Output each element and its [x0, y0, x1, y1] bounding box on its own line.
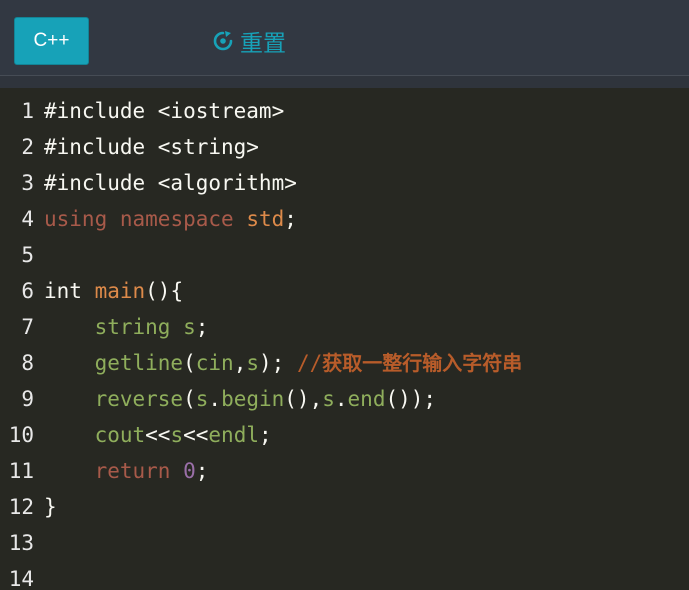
code-line[interactable]: 6 int main(){ [0, 273, 689, 309]
line-code: reverse(s.begin(),s.end()); [44, 381, 436, 417]
line-code: #include <string> [44, 129, 259, 165]
reset-icon [213, 31, 233, 51]
code-token: ( [183, 351, 196, 375]
code-token: ( [183, 387, 196, 411]
line-code: #include <algorithm> [44, 165, 297, 201]
line-number: 7 [21, 315, 34, 339]
code-line[interactable]: 3 #include <algorithm> [0, 165, 689, 201]
code-line[interactable]: 7 string s; [0, 309, 689, 345]
code-token: end [347, 387, 386, 411]
line-number: 4 [21, 207, 34, 231]
code-line[interactable]: 8 getline(cin,s); //获取一整行输入字符串 [0, 345, 689, 381]
code-token: #include <iostream> [44, 99, 285, 123]
code-token: s [170, 423, 184, 447]
code-token: ()); [385, 387, 437, 411]
line-number: 8 [21, 351, 34, 375]
code-token: . [334, 387, 348, 411]
code-token: namespace [119, 207, 234, 231]
line-number: 6 [21, 279, 34, 303]
code-line[interactable]: 5 [0, 237, 689, 273]
code-token: return [94, 459, 171, 483]
line-code: int main(){ [44, 273, 183, 309]
code-line[interactable]: 1 #include <iostream> [0, 93, 689, 129]
reset-button[interactable]: 重置 [212, 24, 286, 58]
code-line[interactable]: 13 [0, 525, 689, 561]
line-number: 3 [21, 171, 34, 195]
line-code: string s; [44, 309, 209, 345]
line-code: } [44, 489, 57, 525]
line-code: getline(cin,s); //获取一整行输入字符串 [44, 345, 523, 381]
code-line[interactable]: 14 [0, 561, 689, 590]
code-token: s [322, 387, 335, 411]
code-line[interactable]: 10 cout<<s<<endl; [0, 417, 689, 453]
code-token: ; [284, 207, 297, 231]
code-token: 0 [183, 459, 196, 483]
reset-label: 重置 [240, 31, 286, 57]
code-token: ); [259, 351, 297, 375]
line-code: return 0; [44, 453, 209, 489]
line-code: cout<<s<<endl; [44, 417, 272, 453]
code-token: ; [195, 459, 209, 483]
code-token: begin [221, 387, 285, 411]
language-button[interactable]: C++ [14, 17, 89, 65]
code-line[interactable]: 12} [0, 489, 689, 525]
code-token: 获取一整行输入字符串 [322, 351, 523, 375]
code-token: string [94, 315, 171, 339]
code-token: (){ [145, 279, 184, 303]
code-token: int [44, 279, 95, 303]
code-token: ; [258, 423, 272, 447]
code-line[interactable]: 11 return 0; [0, 453, 689, 489]
code-token: reverse [94, 387, 184, 411]
toolbar-divider [0, 76, 689, 88]
code-token: << [145, 423, 171, 447]
code-token: } [44, 495, 57, 519]
line-number: 11 [8, 459, 34, 483]
line-number: 12 [8, 495, 34, 519]
line-number: 13 [8, 531, 34, 555]
code-token: ; [195, 315, 209, 339]
code-line[interactable]: 4 using namespace std; [0, 201, 689, 237]
code-token: // [296, 351, 323, 375]
code-line[interactable]: 9 reverse(s.begin(),s.end()); [0, 381, 689, 417]
code-token: #include <algorithm> [44, 171, 297, 195]
line-code: using namespace std; [44, 201, 297, 237]
line-number: 10 [8, 423, 34, 447]
code-line[interactable]: 2 #include <string> [0, 129, 689, 165]
code-token: getline [94, 351, 184, 375]
code-token: cin [195, 351, 234, 375]
line-number: 14 [8, 567, 34, 590]
code-token: << [183, 423, 209, 447]
line-number: 5 [21, 243, 34, 267]
code-token: s [246, 351, 259, 375]
code-token: , [233, 351, 247, 375]
code-token: #include <string> [44, 135, 259, 159]
line-number: 9 [21, 387, 34, 411]
line-code: #include <iostream> [44, 93, 284, 129]
code-editor[interactable]: 1 #include <iostream> 2 #include <string> 3 #… [0, 88, 689, 590]
code-token: (), [284, 387, 323, 411]
code-token: using [44, 207, 108, 231]
code-token: s [183, 315, 196, 339]
line-number: 1 [21, 99, 34, 123]
code-token: main [94, 279, 146, 303]
line-number: 2 [21, 135, 34, 159]
editor-toolbar: C++ 重置 [0, 0, 689, 76]
code-token: . [208, 387, 222, 411]
code-token: endl [208, 423, 259, 447]
code-token: s [195, 387, 209, 411]
code-token: cout [94, 423, 146, 447]
code-token: std [246, 207, 285, 231]
